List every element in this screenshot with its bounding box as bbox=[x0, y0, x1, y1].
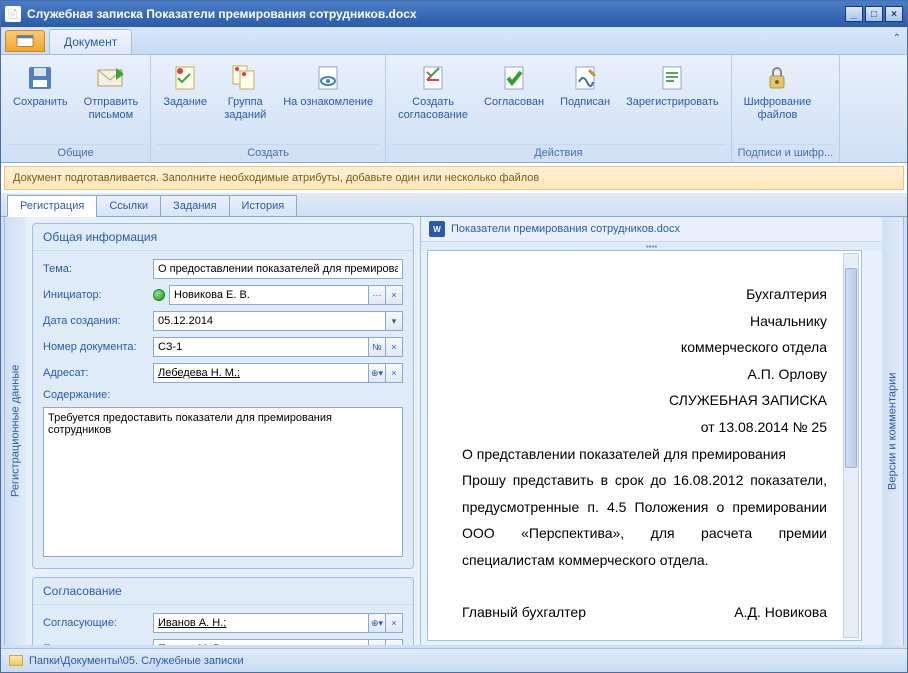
eye-document-icon bbox=[312, 62, 344, 94]
register-icon bbox=[656, 62, 688, 94]
preview-pane: W Показатели премирования сотрудников.do… bbox=[421, 217, 882, 645]
folder-icon bbox=[9, 655, 23, 666]
approvers-expand-button[interactable]: ⊕▾ bbox=[368, 613, 386, 633]
initiator-input[interactable] bbox=[169, 285, 369, 305]
app-menu-button[interactable] bbox=[5, 30, 45, 52]
approvers-input[interactable] bbox=[153, 613, 369, 633]
app-icon: 📄 bbox=[5, 6, 21, 22]
encrypt-button[interactable]: Шифрование файлов bbox=[738, 58, 818, 126]
approvers-label: Согласующие: bbox=[43, 617, 153, 629]
ribbon-tabstrip: Документ ⌃ bbox=[1, 27, 907, 55]
general-info-group: Общая информация Тема: Инициатор: ··· × bbox=[32, 223, 414, 569]
titlebar: 📄 Служебная записка Показатели премирова… bbox=[1, 1, 907, 27]
approval-title: Согласование bbox=[33, 578, 413, 605]
status-online-icon bbox=[153, 289, 165, 301]
initiator-clear-button[interactable]: × bbox=[385, 285, 403, 305]
approval-create-icon bbox=[417, 62, 449, 94]
date-input[interactable] bbox=[153, 311, 386, 331]
signer-expand-button[interactable]: ⊕▾ bbox=[368, 639, 386, 645]
date-picker-button[interactable]: ▾ bbox=[385, 311, 403, 331]
attachment-name: Показатели премирования сотрудников.docx bbox=[451, 223, 680, 235]
window-title: Служебная записка Показатели премировани… bbox=[27, 7, 417, 21]
docx-icon: W bbox=[429, 221, 445, 237]
approval-group: Согласование Согласующие: ⊕▾ × Подписыва… bbox=[32, 577, 414, 645]
maximize-button[interactable]: □ bbox=[865, 6, 883, 22]
signature-icon bbox=[569, 62, 601, 94]
task-group-button[interactable]: Группа заданий bbox=[217, 58, 273, 126]
number-clear-button[interactable]: × bbox=[385, 337, 403, 357]
breadcrumb[interactable]: Папки\Документы\05. Служебные записки bbox=[29, 655, 244, 667]
content-area: Регистрационные данные Общая информация … bbox=[1, 217, 907, 648]
document-preview: Бухгалтерия Начальнику коммерческого отд… bbox=[427, 250, 862, 641]
signer-input[interactable] bbox=[153, 639, 369, 645]
scrollbar-thumb[interactable] bbox=[845, 268, 857, 468]
save-button[interactable]: Сохранить bbox=[7, 58, 74, 113]
create-approval-button[interactable]: Создать согласование bbox=[392, 58, 474, 126]
subject-input[interactable] bbox=[153, 259, 403, 279]
ribbon-group-label: Общие bbox=[7, 144, 144, 162]
addressee-label: Адресат: bbox=[43, 367, 153, 379]
send-email-button[interactable]: Отправить письмом bbox=[78, 58, 145, 126]
statusbar: Папки\Документы\05. Служебные записки bbox=[1, 648, 907, 672]
initiator-label: Инициатор: bbox=[43, 289, 153, 301]
content-label: Содержание: bbox=[43, 389, 153, 401]
addressee-input[interactable] bbox=[153, 363, 369, 383]
tabstrip: Регистрация Ссылки Задания История bbox=[1, 193, 907, 217]
approvers-clear-button[interactable]: × bbox=[385, 613, 403, 633]
signer-label: Подписывает: bbox=[43, 643, 153, 645]
general-info-title: Общая информация bbox=[33, 224, 413, 251]
initiator-lookup-button[interactable]: ··· bbox=[368, 285, 386, 305]
subject-label: Тема: bbox=[43, 263, 153, 275]
horizontal-splitter[interactable]: ▪▪▪▪ bbox=[421, 242, 882, 250]
ribbon-group-label: Подписи и шифр... bbox=[738, 144, 834, 162]
task-group-icon bbox=[229, 62, 261, 94]
app-window: 📄 Служебная записка Показатели премирова… bbox=[0, 0, 908, 673]
tab-links[interactable]: Ссылки bbox=[96, 195, 161, 217]
ribbon-group-label: Создать bbox=[157, 144, 379, 162]
task-button[interactable]: Задание bbox=[157, 58, 213, 113]
review-button[interactable]: На ознакомление bbox=[277, 58, 379, 113]
check-icon bbox=[498, 62, 530, 94]
signed-button[interactable]: Подписан bbox=[554, 58, 616, 113]
number-label: Номер документа: bbox=[43, 341, 153, 353]
tab-registration[interactable]: Регистрация bbox=[7, 195, 97, 217]
warning-bar: Документ подготавливается. Заполните нео… bbox=[4, 166, 904, 190]
registration-form: Общая информация Тема: Инициатор: ··· × bbox=[26, 217, 421, 645]
ribbon: Сохранить Отправить письмом Общие Задани… bbox=[1, 55, 907, 163]
ribbon-group-label: Действия bbox=[392, 144, 725, 162]
signer-clear-button[interactable]: × bbox=[385, 639, 403, 645]
sidetab-versions-comments[interactable]: Версии и комментарии bbox=[882, 217, 904, 645]
tab-history[interactable]: История bbox=[229, 195, 298, 217]
save-icon bbox=[24, 62, 56, 94]
ribbon-collapse-icon[interactable]: ⌃ bbox=[893, 33, 901, 44]
envelope-icon bbox=[95, 62, 127, 94]
approved-button[interactable]: Согласован bbox=[478, 58, 550, 113]
tab-tasks[interactable]: Задания bbox=[160, 195, 229, 217]
sidetab-registration-data[interactable]: Регистрационные данные bbox=[4, 217, 26, 645]
date-label: Дата создания: bbox=[43, 315, 153, 327]
task-icon bbox=[169, 62, 201, 94]
addressee-expand-button[interactable]: ⊕▾ bbox=[368, 363, 386, 383]
lock-icon bbox=[761, 62, 793, 94]
content-textarea[interactable]: Требуется предоставить показатели для пр… bbox=[43, 407, 403, 557]
close-button[interactable]: × bbox=[885, 6, 903, 22]
number-input[interactable] bbox=[153, 337, 369, 357]
number-generate-button[interactable]: № bbox=[368, 337, 386, 357]
preview-scrollbar[interactable] bbox=[843, 253, 859, 638]
attachment-header[interactable]: W Показатели премирования сотрудников.do… bbox=[421, 217, 882, 242]
ribbon-tab-document[interactable]: Документ bbox=[49, 29, 132, 54]
addressee-clear-button[interactable]: × bbox=[385, 363, 403, 383]
minimize-button[interactable]: _ bbox=[845, 6, 863, 22]
register-button[interactable]: Зарегистрировать bbox=[620, 58, 725, 113]
